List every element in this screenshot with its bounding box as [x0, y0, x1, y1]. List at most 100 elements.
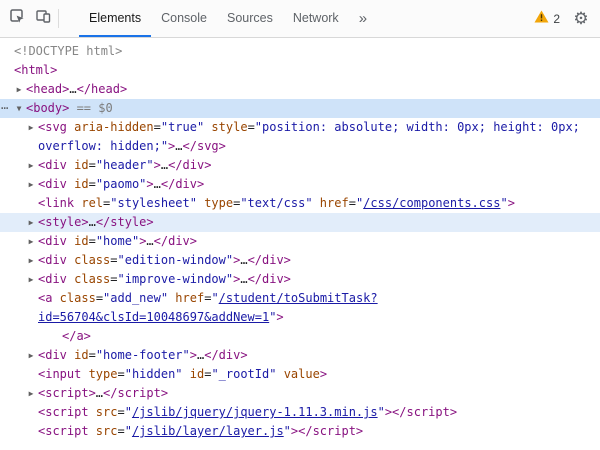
code-tag: <html> — [14, 63, 57, 77]
code-tag: </head> — [77, 82, 128, 96]
tree-row[interactable]: <html> — [0, 61, 600, 80]
code-val: "header" — [96, 158, 154, 172]
code-plain: = — [110, 272, 117, 286]
code-attr: id — [67, 348, 89, 362]
code-val: "improve-window" — [118, 272, 234, 286]
code-tag: <script> — [38, 386, 96, 400]
expand-arrow-icon[interactable]: ▶ — [13, 80, 25, 99]
code-tag: > — [154, 158, 161, 172]
code-plain: … — [161, 158, 168, 172]
tab-sources[interactable]: Sources — [217, 0, 283, 37]
code-attr: id — [67, 158, 89, 172]
code-val: "_rootId" — [211, 367, 276, 381]
code-attr: src — [89, 424, 118, 438]
resource-link[interactable]: /jslib/layer/layer.js — [132, 424, 284, 438]
code-plain: = — [96, 291, 103, 305]
tree-row[interactable]: </a> — [0, 327, 600, 346]
code-tag: <input — [38, 367, 81, 381]
tree-row[interactable]: <a class="add_new" href="/student/toSubm… — [0, 289, 600, 327]
expand-arrow-icon[interactable]: ▶ — [25, 232, 37, 251]
expand-arrow-icon[interactable]: ▶ — [25, 270, 37, 289]
tree-row[interactable]: ▶<div class="edition-window">…</div> — [0, 251, 600, 270]
code-val: "text/css" — [240, 196, 312, 210]
tree-row[interactable]: <input type="hidden" id="_rootId" value> — [0, 365, 600, 384]
tree-row[interactable]: ▶<div id="home">…</div> — [0, 232, 600, 251]
code-plain: = — [110, 253, 117, 267]
issues-button[interactable]: 2 — [526, 0, 568, 37]
expand-arrow-icon[interactable]: ▶ — [25, 175, 37, 194]
tree-row[interactable]: ▶<head>…</head> — [0, 80, 600, 99]
expand-arrow-icon[interactable]: ▶ — [25, 384, 37, 403]
expand-arrow-icon[interactable]: ▶ — [25, 346, 37, 365]
code-val: "stylesheet" — [110, 196, 197, 210]
inspect-element-button[interactable] — [4, 0, 30, 37]
code-attr: id — [67, 234, 89, 248]
device-toolbar-button[interactable] — [30, 0, 56, 37]
code-attr: type — [197, 196, 233, 210]
code-plain: … — [175, 139, 182, 153]
tree-row[interactable]: ▶<div id="home-footer">…</div> — [0, 346, 600, 365]
tree-row[interactable]: <script src="/jslib/jquery/jquery-1.11.3… — [0, 403, 600, 422]
code-val: " — [284, 424, 291, 438]
expand-arrow-icon[interactable]: ▶ — [25, 118, 37, 137]
code-attr: style — [204, 120, 247, 134]
code-plain: … — [89, 215, 96, 229]
code-tag: > — [190, 348, 197, 362]
tab-console[interactable]: Console — [151, 0, 217, 37]
expand-arrow-icon[interactable]: ▶ — [25, 156, 37, 175]
code-tag: </svg> — [183, 139, 226, 153]
tree-row[interactable]: ▶<div class="improve-window">…</div> — [0, 270, 600, 289]
code-val: " — [211, 291, 218, 305]
code-tag: <div — [38, 158, 67, 172]
tree-row[interactable]: ▶<style>…</style> — [0, 213, 600, 232]
devtools-window: ElementsConsoleSourcesNetwork » 2 ⚙ <!DO… — [0, 0, 600, 450]
code-plain: … — [154, 177, 161, 191]
tree-row[interactable]: ▶<script>…</script> — [0, 384, 600, 403]
code-tag: <svg — [38, 120, 67, 134]
tree-row[interactable]: ▶<div id="header">…</div> — [0, 156, 600, 175]
code-tag: </div> — [248, 272, 291, 286]
code-attr: value — [276, 367, 319, 381]
code-tag: </div> — [161, 177, 204, 191]
expand-arrow-icon[interactable]: ▶ — [25, 251, 37, 270]
warning-icon — [534, 10, 549, 28]
resource-link[interactable]: /css/components.css — [363, 196, 500, 210]
code-tag: <div — [38, 348, 67, 362]
code-plain: = — [117, 424, 124, 438]
tree-row[interactable]: ▶<svg aria-hidden="true" style="position… — [0, 118, 600, 156]
code-plain: … — [96, 386, 103, 400]
code-gray: <!DOCTYPE html> — [14, 44, 122, 58]
code-attr: class — [67, 272, 110, 286]
code-val: "hidden" — [125, 367, 183, 381]
collapse-arrow-icon[interactable]: ▼ — [13, 99, 25, 118]
code-val: " — [378, 405, 385, 419]
resource-link[interactable]: /jslib/jquery/jquery-1.11.3.min.js — [132, 405, 378, 419]
tree-row[interactable]: <script src="/jslib/layer/layer.js"></sc… — [0, 422, 600, 441]
code-eq: == $0 — [69, 101, 112, 115]
toolbar-separator — [58, 9, 59, 28]
code-val: "home" — [96, 234, 139, 248]
row-overflow-menu-icon[interactable]: ⋯ — [1, 99, 8, 118]
code-tag: <a — [38, 291, 52, 305]
code-val: "edition-window" — [118, 253, 234, 267]
tree-row[interactable]: <!DOCTYPE html> — [0, 42, 600, 61]
code-val: " — [125, 405, 132, 419]
tab-network[interactable]: Network — [283, 0, 349, 37]
code-tag: <script — [38, 405, 89, 419]
code-plain: … — [240, 272, 247, 286]
tree-row[interactable]: ▶<div id="paomo">…</div> — [0, 175, 600, 194]
more-tabs-button[interactable]: » — [349, 0, 377, 37]
code-attr: type — [81, 367, 117, 381]
tree-row[interactable]: <link rel="stylesheet" type="text/css" h… — [0, 194, 600, 213]
code-tag: </div> — [204, 348, 247, 362]
tree-row[interactable]: ⋯ ▼<body> == $0 — [0, 99, 600, 118]
code-attr: src — [89, 405, 118, 419]
tab-elements[interactable]: Elements — [79, 0, 151, 37]
expand-arrow-icon[interactable]: ▶ — [25, 213, 37, 232]
gear-icon: ⚙ — [573, 9, 588, 29]
settings-button[interactable]: ⚙ — [568, 0, 594, 37]
code-plain: … — [146, 234, 153, 248]
code-plain: = — [248, 120, 255, 134]
code-val: "true" — [161, 120, 204, 134]
code-tag: <body> — [26, 101, 69, 115]
